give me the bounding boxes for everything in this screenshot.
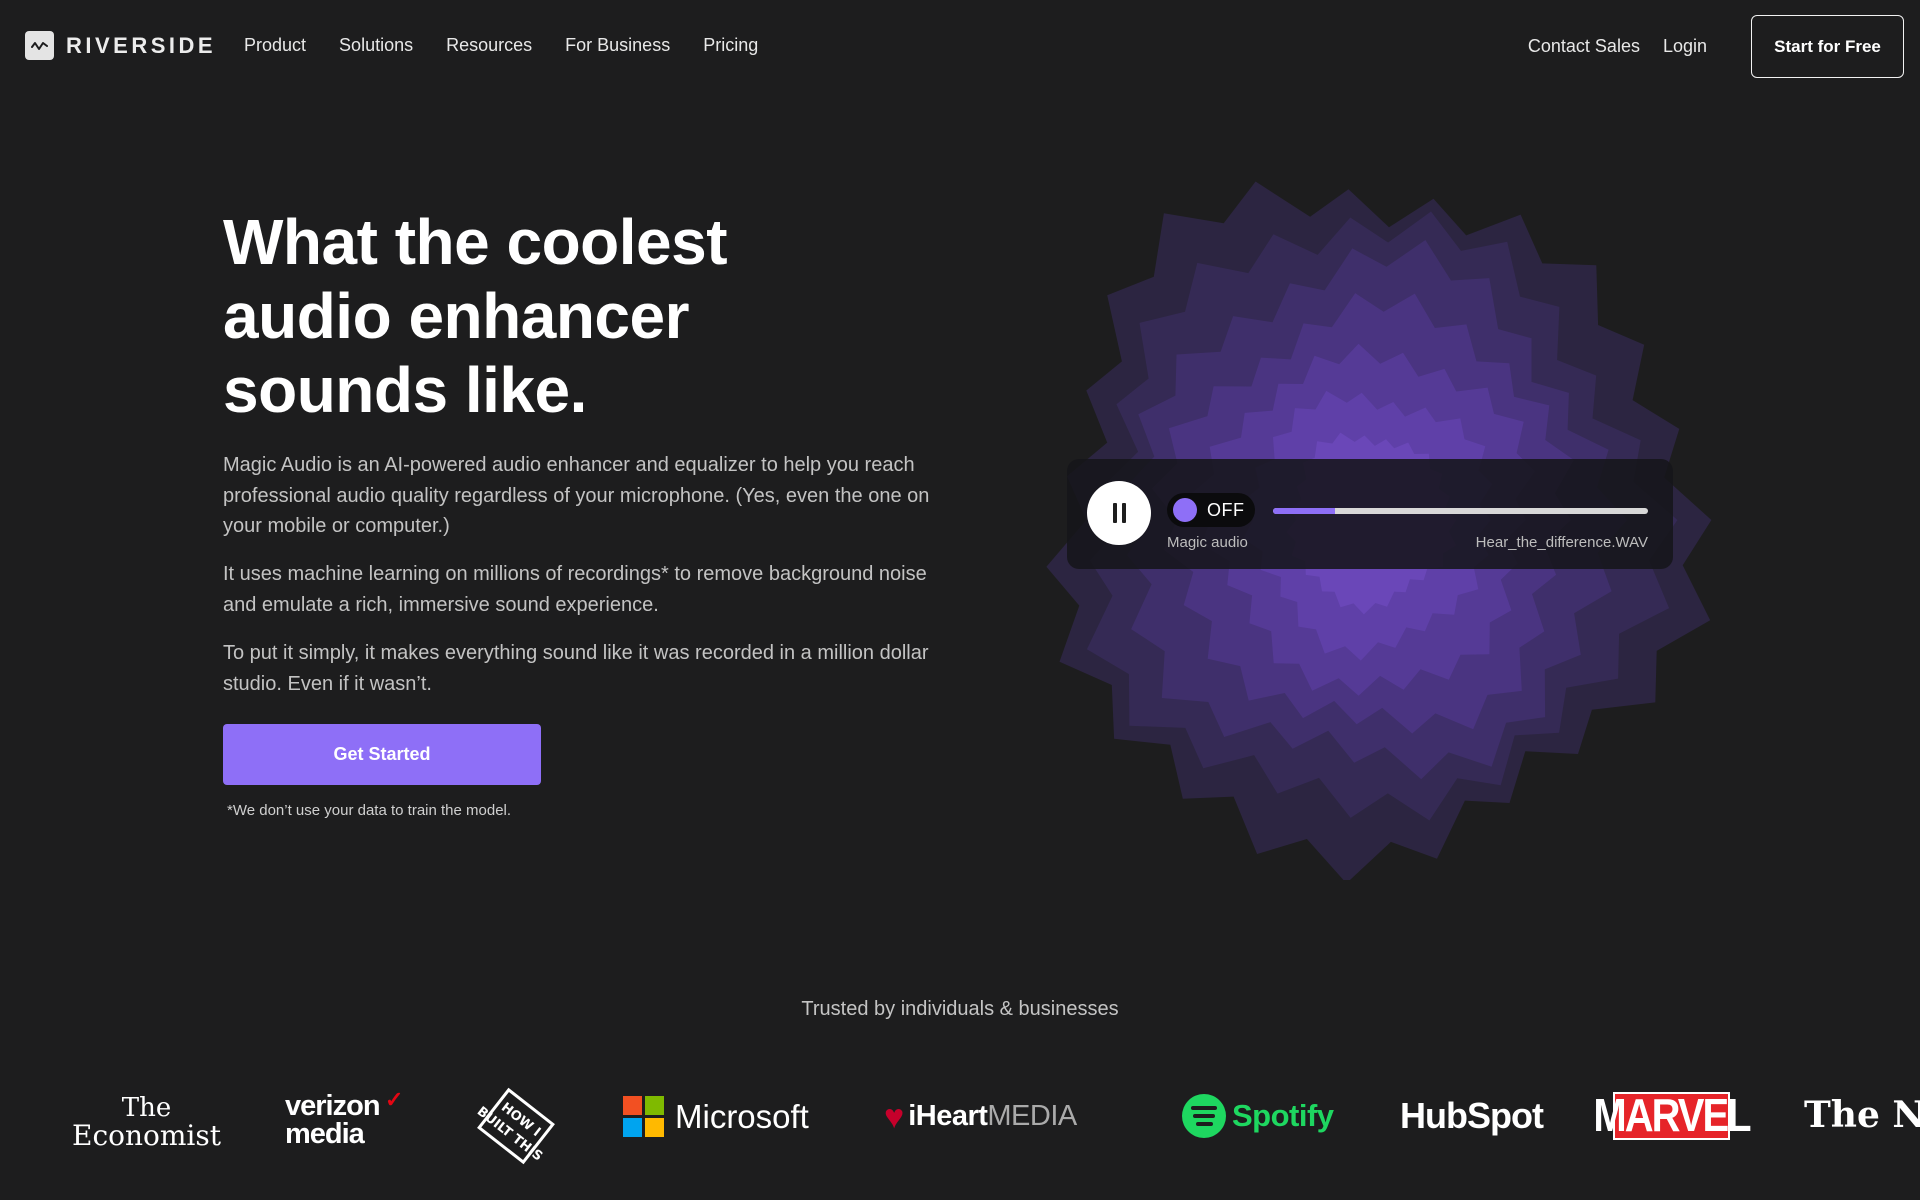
spotify-logo: Spotify [1182, 1094, 1334, 1138]
waveform-icon [25, 31, 54, 60]
nav-resources[interactable]: Resources [446, 35, 532, 56]
nav-for-business[interactable]: For Business [565, 35, 670, 56]
iheart-media-wordmark: MEDIA [987, 1100, 1077, 1132]
nav-actions: Contact Sales Login Start for Free [1528, 15, 1904, 78]
top-navigation: RIVERSIDE Product Solutions Resources Fo… [0, 0, 1920, 92]
file-name-label: Hear_the_difference.WAV [1475, 534, 1648, 551]
economist-logo: The Economist [72, 1094, 221, 1150]
verizon-logo-line2: media [285, 1118, 365, 1150]
how-i-built-this-badge-icon: HOW I BUILT THIS [474, 1087, 555, 1164]
data-disclaimer: *We don’t use your data to train the mod… [227, 802, 512, 819]
login-link[interactable]: Login [1663, 36, 1707, 57]
hero-paragraph-1: Magic Audio is an AI-powered audio enhan… [223, 454, 930, 537]
verizon-logo-line1: verizon [285, 1090, 381, 1122]
new-york-times-logo: The New [1804, 1094, 1920, 1136]
toggle-knob [1173, 498, 1197, 522]
hero-title-line2: audio enhancer [223, 280, 690, 352]
microsoft-logo: Microsoft [623, 1096, 809, 1137]
hubspot-wordmark: HubSpot [1400, 1095, 1544, 1136]
brand-name: RIVERSIDE [66, 32, 217, 58]
start-for-free-button[interactable]: Start for Free [1751, 15, 1904, 78]
get-started-button[interactable]: Get Started [223, 724, 541, 785]
hubspot-logo: HubSpot [1400, 1095, 1544, 1137]
nav-pricing[interactable]: Pricing [703, 35, 758, 56]
pause-icon-bar [1121, 503, 1126, 523]
playback-progress-fill [1273, 508, 1335, 514]
microsoft-wordmark: Microsoft [675, 1097, 809, 1135]
trusted-heading: Trusted by individuals & businesses [801, 998, 1119, 1020]
pause-button[interactable] [1087, 481, 1151, 545]
spotify-icon [1182, 1094, 1226, 1138]
how-i-built-this-logo: HOW I BUILT THIS [470, 1080, 562, 1172]
riverside-logo[interactable]: RIVERSIDE [25, 31, 216, 60]
nav-solutions[interactable]: Solutions [339, 35, 413, 56]
hero-title: What the coolest audio enhancer sounds l… [223, 205, 843, 427]
spotify-wordmark: Spotify [1232, 1098, 1334, 1133]
toggle-state-label: OFF [1207, 499, 1245, 520]
pause-icon [1112, 503, 1117, 523]
iheart-wordmark: iHeart [908, 1100, 988, 1132]
iheart-heart-icon: ♥ [884, 1097, 905, 1136]
magic-audio-label: Magic audio [1167, 534, 1248, 551]
economist-logo-line1: The [121, 1093, 172, 1123]
customer-logos: The Economist verizon media ✓ HOW I BUIL… [0, 1080, 1920, 1190]
marvel-logo: MARVEL [1593, 1090, 1751, 1141]
nav-product[interactable]: Product [244, 35, 306, 56]
hero-title-line3: sounds like. [223, 354, 587, 426]
marvel-wordmark: MARVEL [1593, 1090, 1751, 1141]
hero-paragraph-2: It uses machine learning on millions of … [223, 563, 927, 616]
verizon-media-logo: verizon media ✓ [285, 1087, 403, 1150]
playback-progress-bar[interactable] [1273, 508, 1648, 514]
contact-sales-link[interactable]: Contact Sales [1528, 36, 1640, 57]
hero-title-line1: What the coolest [223, 206, 728, 278]
audio-player: OFF Magic audio Hear_the_difference.WAV [1067, 459, 1673, 569]
hero-paragraph-3: To put it simply, it makes everything so… [223, 642, 929, 695]
main-menu: Product Solutions Resources For Business… [244, 35, 791, 56]
nyt-wordmark: The New [1804, 1094, 1920, 1136]
economist-logo-line2: Economist [72, 1119, 221, 1152]
magic-audio-toggle[interactable]: OFF [1167, 493, 1255, 527]
verizon-check-icon: ✓ [385, 1087, 403, 1112]
microsoft-windows-icon [623, 1096, 664, 1137]
iheartmedia-logo: ♥ iHeart MEDIA [884, 1097, 1077, 1136]
